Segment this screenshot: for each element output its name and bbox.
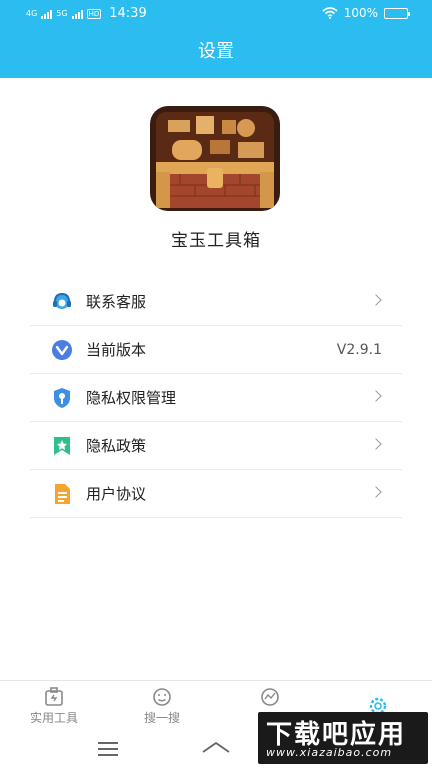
chevron-right-icon bbox=[370, 438, 382, 450]
status-left: 4G 5G HD 14:39 bbox=[26, 6, 147, 21]
tab-search[interactable]: 搜一搜 bbox=[108, 681, 216, 732]
status-bar: 4G 5G HD 14:39 100% bbox=[0, 0, 432, 28]
battery-icon bbox=[384, 7, 410, 19]
status-time: 14:39 bbox=[109, 6, 147, 21]
version-value: V2.9.1 bbox=[336, 341, 382, 358]
version-icon bbox=[50, 338, 74, 362]
menu-item-contact-support[interactable]: 联系客服 bbox=[30, 278, 402, 326]
tab-tools[interactable]: 实用工具 bbox=[0, 681, 108, 732]
treasure-chest-icon bbox=[150, 106, 280, 211]
watermark-sub-text: www.xiazaibao.com bbox=[266, 746, 393, 759]
shield-key-icon bbox=[50, 386, 74, 410]
page-header: 设置 bbox=[0, 28, 432, 78]
page-title: 设置 bbox=[198, 41, 234, 62]
signal-icon bbox=[41, 9, 53, 19]
battery-percent: 100% bbox=[343, 6, 378, 20]
headset-icon bbox=[50, 290, 74, 314]
menu-item-privacy-permissions[interactable]: 隐私权限管理 bbox=[30, 374, 402, 422]
wifi-icon bbox=[322, 7, 338, 19]
search-face-icon bbox=[153, 688, 171, 706]
document-icon bbox=[50, 482, 74, 506]
chevron-right-icon bbox=[370, 486, 382, 498]
signal-icon-2 bbox=[71, 9, 83, 19]
menu-item-label: 联系客服 bbox=[86, 293, 147, 311]
toolbox-icon bbox=[45, 687, 63, 706]
tab-label: 实用工具 bbox=[29, 711, 78, 725]
menu-item-label: 隐私权限管理 bbox=[86, 389, 177, 407]
menu-item-privacy-policy[interactable]: 隐私政策 bbox=[30, 422, 402, 470]
menu-item-current-version[interactable]: 当前版本 V2.9.1 bbox=[30, 326, 402, 374]
network-type-5g: 5G bbox=[56, 8, 68, 18]
home-nav-button[interactable] bbox=[200, 738, 232, 758]
menu-item-label: 隐私政策 bbox=[86, 437, 147, 455]
chevron-right-icon bbox=[370, 294, 382, 306]
watermark-logo: 下载吧应用 www.xiazaibao.com bbox=[258, 712, 428, 764]
network-type-4g: 4G bbox=[26, 8, 38, 18]
chevron-right-icon bbox=[370, 390, 382, 402]
tab-label: 搜一搜 bbox=[143, 711, 180, 725]
settings-content: 宝玉工具箱 联系客服 当前版本 V2.9.1 隐私权限管理 隐私政策 用户协议 bbox=[0, 78, 432, 680]
chart-icon bbox=[261, 688, 279, 706]
bookmark-star-icon bbox=[50, 434, 74, 458]
menu-item-user-agreement[interactable]: 用户协议 bbox=[30, 470, 402, 518]
menu-item-label: 当前版本 bbox=[86, 341, 147, 359]
settings-menu: 联系客服 当前版本 V2.9.1 隐私权限管理 隐私政策 用户协议 bbox=[30, 278, 402, 518]
app-name: 宝玉工具箱 bbox=[171, 231, 261, 251]
hd-badge: HD bbox=[86, 8, 102, 19]
status-right: 100% bbox=[322, 6, 410, 20]
menu-nav-button[interactable] bbox=[98, 742, 118, 760]
menu-item-label: 用户协议 bbox=[86, 485, 147, 503]
